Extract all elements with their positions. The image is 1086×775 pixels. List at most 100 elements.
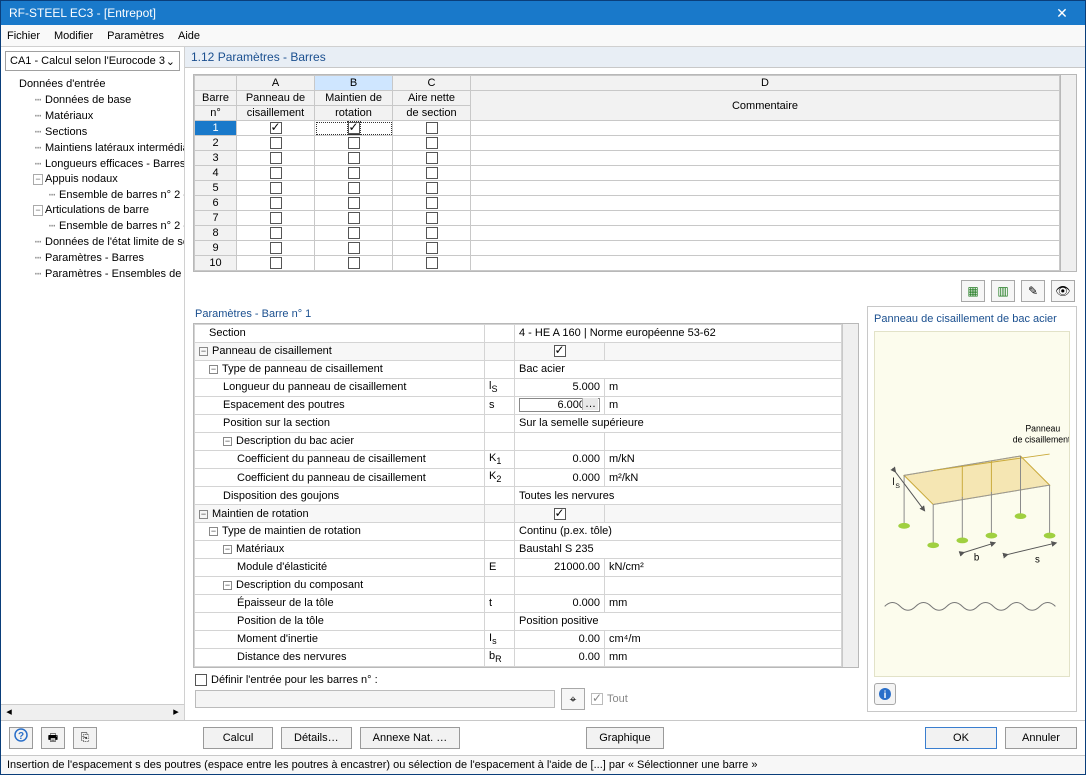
cell-a[interactable] (237, 241, 315, 256)
help-button[interactable]: ? (9, 727, 33, 749)
tree-root[interactable]: Données d'entrée (5, 77, 182, 92)
col-D[interactable]: D (471, 76, 1060, 91)
tree-appuis[interactable]: −Appuis nodaux (5, 172, 182, 187)
prop-pos-tole-val[interactable]: Position positive (515, 612, 842, 630)
annexe-button[interactable]: Annexe Nat. … (360, 727, 461, 749)
cell-a[interactable] (237, 181, 315, 196)
prop-panneau[interactable]: −Panneau de cisaillement (195, 342, 485, 360)
cell-b[interactable] (315, 166, 393, 181)
cell-d[interactable] (471, 136, 1060, 151)
hscroll-right-icon[interactable]: ▸ (168, 705, 184, 720)
tree-appuis-sub[interactable]: ⋯Ensemble de barres n° 2 - C (5, 187, 182, 203)
prop-moment-val[interactable]: 0.00 (515, 630, 605, 648)
row-num[interactable]: 5 (195, 181, 237, 196)
row-num[interactable]: 3 (195, 151, 237, 166)
row-num[interactable]: 9 (195, 241, 237, 256)
row-num[interactable]: 10 (195, 256, 237, 271)
cell-d[interactable] (471, 226, 1060, 241)
tree-longueurs[interactable]: ⋯Longueurs efficaces - Barres (5, 156, 182, 172)
tree-base[interactable]: ⋯Données de base (5, 92, 182, 108)
case-combo[interactable]: CA1 - Calcul selon l'Eurocode 3 ⌄ (5, 51, 180, 71)
row-num[interactable]: 8 (195, 226, 237, 241)
graphique-button[interactable]: Graphique (586, 727, 663, 749)
prop-type-pc-val[interactable]: Bac acier (515, 360, 842, 378)
cell-b[interactable] (315, 256, 393, 271)
cell-d[interactable] (471, 121, 1060, 136)
menu-edit[interactable]: Modifier (54, 30, 93, 42)
prop-desc-bac[interactable]: −Description du bac acier (195, 432, 485, 450)
tree-sections[interactable]: ⋯Sections (5, 124, 182, 140)
prop-type-mr-val[interactable]: Continu (p.ex. tôle) (515, 522, 842, 540)
define-checkbox[interactable] (195, 674, 207, 686)
cell-b[interactable] (315, 151, 393, 166)
cell-c[interactable] (393, 256, 471, 271)
prop-desc-comp[interactable]: −Description du composant (195, 576, 485, 594)
prop-type-pc[interactable]: −Type de panneau de cisaillement (195, 360, 485, 378)
grid-scrollbar[interactable] (1061, 74, 1077, 272)
cell-d[interactable] (471, 241, 1060, 256)
prop-long-pc-val[interactable]: 5.000 (515, 378, 605, 396)
tree-maintiens[interactable]: ⋯Maintiens latéraux intermédiaires (5, 140, 182, 156)
prop-dist-nerv-val[interactable]: 0.00 (515, 648, 605, 666)
cell-b[interactable] (315, 226, 393, 241)
checkbox-maint-rot[interactable] (554, 508, 566, 520)
prop-k1-val[interactable]: 0.000 (515, 450, 605, 468)
cell-a[interactable] (237, 256, 315, 271)
close-icon[interactable]: ✕ (1047, 5, 1077, 22)
checkbox-panneau[interactable] (554, 345, 566, 357)
nav-tree[interactable]: Données d'entrée ⋯Données de base ⋯Matér… (1, 75, 184, 704)
cell-a[interactable] (237, 121, 315, 136)
col-B[interactable]: B (315, 76, 393, 91)
cell-a[interactable] (237, 226, 315, 241)
cell-d[interactable] (471, 256, 1060, 271)
details-button[interactable]: Détails… (281, 727, 352, 749)
tree-param-barres[interactable]: ⋯Paramètres - Barres (5, 250, 182, 266)
export-excel-icon[interactable]: ▦ (961, 280, 985, 302)
annuler-button[interactable]: Annuler (1005, 727, 1077, 749)
cell-c[interactable] (393, 196, 471, 211)
cell-c[interactable] (393, 241, 471, 256)
preview-button[interactable]: ⎘ (73, 727, 97, 749)
cell-c[interactable] (393, 121, 471, 136)
cell-b[interactable] (315, 196, 393, 211)
col-A[interactable]: A (237, 76, 315, 91)
prop-esp-val[interactable]: 6.000 (515, 396, 605, 414)
row-num[interactable]: 1 (195, 121, 237, 136)
prop-mat[interactable]: −Matériaux (195, 540, 485, 558)
prop-ep-tole-val[interactable]: 0.000 (515, 594, 605, 612)
define-bars-input[interactable] (195, 690, 555, 708)
cell-c[interactable] (393, 136, 471, 151)
import-excel-icon[interactable]: ▥ (991, 280, 1015, 302)
define-for-bars[interactable]: Définir l'entrée pour les barres n° : (195, 674, 378, 686)
eye-icon[interactable]: 👁 (1051, 280, 1075, 302)
hscroll-left-icon[interactable]: ◂ (1, 705, 17, 720)
cell-c[interactable] (393, 181, 471, 196)
tree-materials[interactable]: ⋯Matériaux (5, 108, 182, 124)
tout-checkbox-label[interactable]: Tout (591, 693, 628, 705)
prop-section-value[interactable]: 4 - HE A 160 | Norme européenne 53-62 (515, 325, 842, 343)
prop-scrollbar[interactable] (842, 324, 858, 667)
cell-b[interactable] (315, 211, 393, 226)
row-num[interactable]: 7 (195, 211, 237, 226)
pick-bars-icon[interactable]: ⌖ (561, 688, 585, 710)
cell-a[interactable] (237, 211, 315, 226)
prop-k2-val[interactable]: 0.000 (515, 468, 605, 486)
tree-param-ens[interactable]: ⋯Paramètres - Ensembles de bar (5, 266, 182, 282)
cell-b[interactable] (315, 136, 393, 151)
menu-help[interactable]: Aide (178, 30, 200, 42)
cell-a[interactable] (237, 166, 315, 181)
menu-file[interactable]: Fichier (7, 30, 40, 42)
cell-d[interactable] (471, 166, 1060, 181)
cell-d[interactable] (471, 151, 1060, 166)
cell-c[interactable] (393, 166, 471, 181)
tout-checkbox[interactable] (591, 693, 603, 705)
cell-b[interactable] (315, 121, 393, 136)
prop-mod-e-val[interactable]: 21000.00 (515, 558, 605, 576)
property-grid[interactable]: Section4 - HE A 160 | Norme européenne 5… (193, 323, 859, 668)
cell-d[interactable] (471, 196, 1060, 211)
row-num[interactable]: 6 (195, 196, 237, 211)
cell-a[interactable] (237, 151, 315, 166)
cell-a[interactable] (237, 196, 315, 211)
col-C[interactable]: C (393, 76, 471, 91)
print-button[interactable]: 🖶 (41, 727, 65, 749)
